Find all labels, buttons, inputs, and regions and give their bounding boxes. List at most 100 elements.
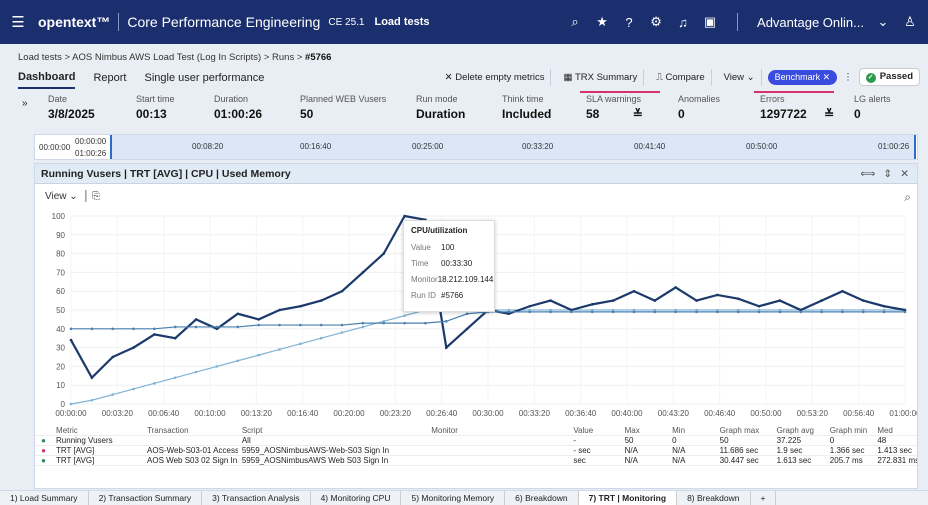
breadcrumb-root[interactable]: Load tests: [18, 52, 62, 63]
tooltip-row-monitor: Monitor 18.212.109.144: [411, 275, 493, 284]
collapse-icon[interactable]: ⇕: [883, 168, 892, 180]
expand-icon[interactable]: ⟺: [860, 168, 875, 180]
menu-icon[interactable]: ☰: [4, 13, 32, 31]
stat-value: 50: [300, 107, 314, 121]
search-icon[interactable]: ⌕: [567, 14, 583, 30]
column-header[interactable]: Max: [621, 426, 669, 435]
stat-label: Run mode: [416, 94, 458, 104]
data-point: [361, 325, 365, 329]
column-header[interactable]: Graph avg: [773, 426, 826, 435]
dashboard-tab[interactable]: 7) TRT | Monitoring: [578, 491, 678, 505]
tab-single-user[interactable]: Single user performance: [145, 68, 265, 88]
time-range-slider[interactable]: 00:00:00 00:00:00 01:00:26 00:08:20 00:1…: [34, 134, 918, 160]
x-tick-label: 00:33:20: [519, 409, 551, 418]
dashboard-tab[interactable]: 2) Transaction Summary: [89, 491, 203, 505]
column-header[interactable]: Script: [238, 426, 427, 435]
star-icon[interactable]: ★: [594, 14, 610, 30]
export-icon[interactable]: ⎘: [92, 191, 100, 202]
column-header[interactable]: Monitor: [427, 426, 569, 435]
table-cell: 37.225: [776, 436, 802, 445]
tab-report[interactable]: Report: [93, 68, 126, 88]
table-cell: -: [573, 436, 576, 445]
dashboard-tab[interactable]: 1) Load Summary: [0, 491, 89, 505]
table-row[interactable]: ● TRT [AVG] AOS-Web-S03-01 Access AO...595…: [35, 446, 917, 456]
data-point: [153, 382, 156, 385]
breadcrumb-test[interactable]: AOS Nimbus AWS Load Test (Log In Scripts…: [72, 52, 261, 63]
bell-icon[interactable]: ♫: [675, 15, 691, 30]
series-color-dot: ●: [41, 456, 46, 465]
x-tick-label: 00:36:40: [565, 409, 597, 418]
trx-summary-button[interactable]: ▦ TRX Summary: [557, 68, 645, 86]
data-point: [173, 325, 177, 329]
tenant-selector[interactable]: Advantage Onlin...: [757, 15, 864, 30]
x-tick-label: 01:00:00: [889, 409, 917, 418]
toolbar: ✕ Delete empty metrics ▦ TRX Summary ⎍ C…: [439, 68, 920, 86]
y-tick-label: 40: [56, 325, 65, 334]
breadcrumb-runs[interactable]: Runs: [272, 52, 294, 63]
range-selection[interactable]: 00:08:20 00:16:40 00:25:00 00:33:20 00:4…: [110, 135, 916, 159]
add-tab-icon[interactable]: +: [751, 491, 777, 505]
view-menu[interactable]: View ⌄: [718, 68, 762, 86]
chevron-down-icon[interactable]: ⌄: [875, 14, 891, 30]
data-point: [257, 353, 260, 357]
data-point: [382, 321, 386, 325]
benchmark-badge[interactable]: Benchmark ✕: [767, 69, 838, 85]
data-point: [69, 402, 73, 406]
expand-sidebar-icon[interactable]: »: [22, 98, 28, 109]
close-icon[interactable]: ✕: [900, 168, 909, 180]
column-header[interactable]: Graph min: [826, 426, 874, 435]
data-point: [820, 299, 823, 302]
stat-value-text: 58: [586, 107, 600, 121]
dashboard-tab[interactable]: 3) Transaction Analysis: [202, 491, 311, 505]
run-summary: Date 3/8/2025 Start time 00:13 Duration 01:…: [38, 91, 918, 130]
compare-button[interactable]: ⎍ Compare: [650, 68, 712, 86]
panel-header: Running Vusers | TRT [AVG] | CPU | Used …: [35, 164, 917, 184]
dashboard-tab[interactable]: 8) Breakdown: [677, 491, 751, 505]
dashboard-tab[interactable]: 4) Monitoring CPU: [311, 491, 402, 505]
data-point: [653, 310, 657, 314]
stat-value: 58 ≚: [586, 107, 643, 121]
table-cell: TRT [AVG]: [56, 456, 95, 465]
table-cell: 205.7 ms: [829, 456, 863, 465]
stat-date: Date 3/8/2025: [48, 94, 95, 121]
tab-dashboard[interactable]: Dashboard: [18, 67, 76, 89]
settings-icon[interactable]: ⚙: [648, 14, 664, 30]
stat-errors[interactable]: Errors 1297722 ≚: [753, 91, 835, 121]
table-cell: TRT [AVG]: [56, 446, 95, 455]
data-point: [445, 319, 448, 323]
more-icon[interactable]: ⋮: [843, 72, 853, 83]
chevron-down-icon[interactable]: ≚: [633, 107, 643, 121]
help-icon[interactable]: ?: [621, 15, 637, 30]
table-row[interactable]: ● TRT [AVG] AOS Web S03 02 Sign In 5959_AOS…: [35, 456, 917, 466]
compare-label: Compare: [665, 71, 705, 83]
dashboard-tab[interactable]: 5) Monitoring Memory: [401, 491, 506, 505]
x-tick-label: 00:43:20: [658, 409, 690, 418]
search-icon[interactable]: ⌕: [904, 190, 911, 205]
range-tick: 00:25:00: [412, 142, 444, 151]
calendar-icon[interactable]: ▣: [702, 14, 718, 30]
table-row[interactable]: ● Running Vusers All - 50 0 50 37.225 0 48: [35, 436, 917, 446]
stat-label: Date: [48, 94, 68, 104]
stat-run-mode: Run mode Duration: [416, 94, 465, 121]
column-header[interactable]: Graph max: [716, 426, 773, 435]
x-tick-label: 00:30:00: [472, 409, 504, 418]
column-header[interactable]: Min: [668, 426, 716, 435]
graph-view-menu[interactable]: View ⌄ │ ⎘: [45, 191, 100, 202]
column-header[interactable]: Metric: [52, 426, 143, 435]
column-header[interactable]: Transaction: [143, 426, 238, 435]
column-header[interactable]: Value: [569, 426, 620, 435]
data-point: [632, 310, 636, 314]
chevron-down-icon[interactable]: ≚: [824, 107, 834, 121]
stat-label: LG alerts: [854, 94, 891, 104]
data-point: [778, 299, 782, 302]
y-tick-label: 80: [56, 250, 65, 259]
table-cell: N/A: [672, 456, 686, 465]
user-icon[interactable]: ♙: [902, 14, 918, 30]
delete-empty-button[interactable]: ✕ Delete empty metrics: [439, 68, 552, 86]
column-header[interactable]: Med: [873, 426, 917, 435]
y-tick-label: 100: [52, 212, 66, 221]
dashboard-tab[interactable]: 6) Breakdown: [505, 491, 579, 505]
data-point: [590, 310, 594, 314]
y-tick-label: 50: [56, 306, 65, 315]
stat-sla-warnings[interactable]: SLA warnings 58 ≚: [580, 91, 660, 121]
